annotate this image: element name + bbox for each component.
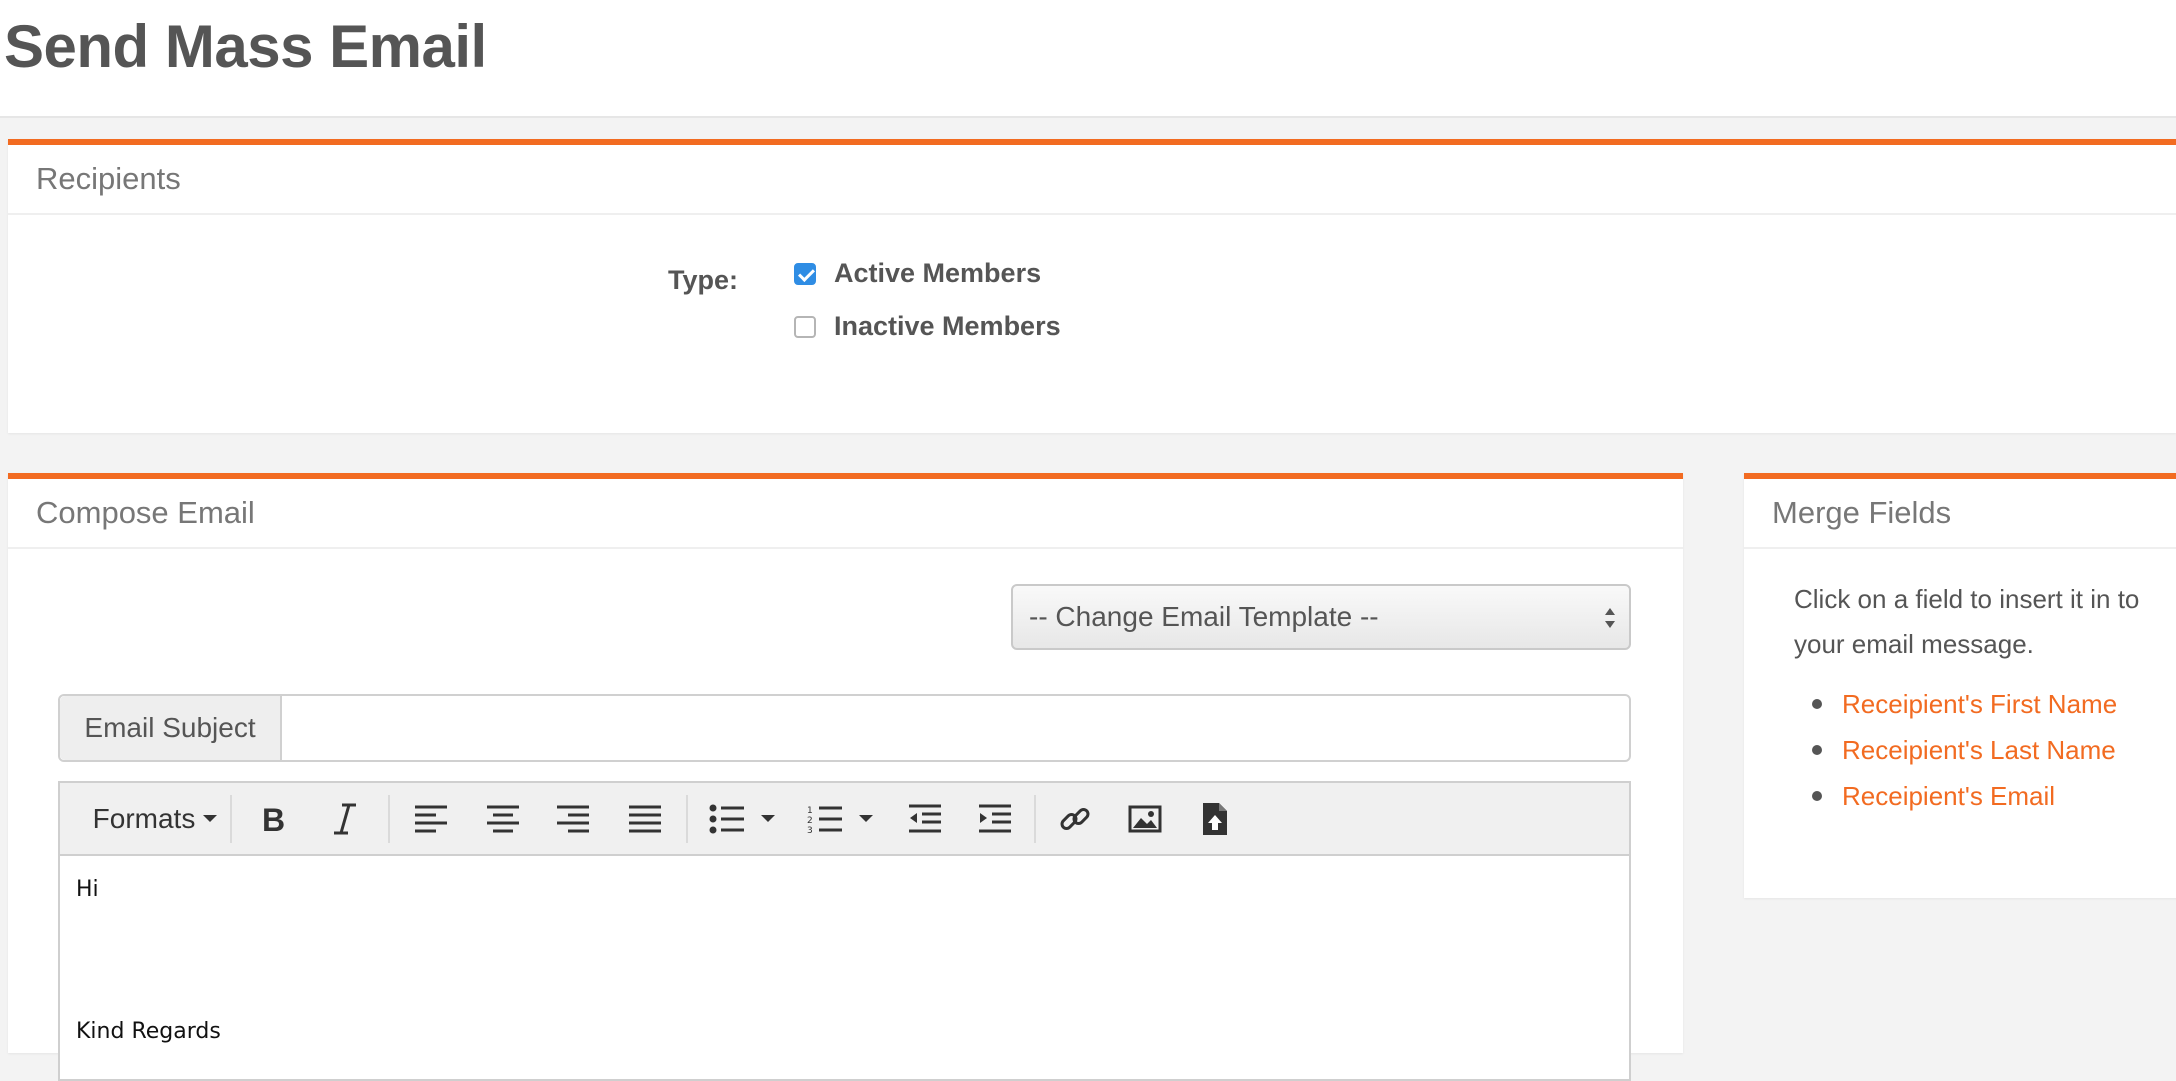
svg-text:1: 1 (807, 806, 813, 816)
editor-toolbar: Formats B 1 2 3 (60, 783, 1629, 856)
active-members-checkbox[interactable] (794, 262, 816, 285)
merge-instructions: Click on a field to insert it in to your… (1794, 584, 2140, 659)
align-justify-button[interactable] (614, 783, 676, 854)
indent-button[interactable] (964, 783, 1026, 854)
italic-button[interactable] (314, 783, 376, 854)
email-subject-input[interactable] (282, 696, 1629, 760)
link-button[interactable] (1044, 783, 1106, 854)
chevron-down-icon (859, 815, 873, 822)
merge-fields-panel: Merge Fields Click on a field to insert … (1744, 473, 2176, 898)
merge-heading: Merge Fields (1744, 479, 2176, 549)
merge-field-first-name[interactable]: Receipient's First Name (1812, 681, 2176, 727)
recipients-heading: Recipients (8, 145, 2176, 215)
indent-icon (979, 804, 1011, 832)
formats-label: Formats (92, 802, 196, 834)
toolbar-divider (230, 795, 232, 843)
inactive-members-label: Inactive Members (834, 311, 1061, 341)
italic-icon (334, 803, 356, 834)
numbered-list-icon: 1 2 3 (807, 806, 842, 834)
email-template-select[interactable]: -- Change Email Template -- (1011, 584, 1631, 650)
toolbar-divider (388, 795, 390, 843)
align-right-button[interactable] (542, 783, 604, 854)
chevron-down-icon (203, 815, 218, 822)
image-icon (1128, 805, 1162, 832)
align-center-icon (487, 805, 519, 832)
page-title: Send Mass Email (4, 13, 487, 80)
page-header: Send Mass Email (0, 0, 2176, 118)
outdent-button[interactable] (894, 783, 956, 854)
bold-button[interactable]: B (242, 783, 304, 854)
align-justify-icon (629, 805, 661, 832)
bold-icon: B (262, 802, 285, 836)
merge-field-email[interactable]: Receipient's Email (1812, 773, 2176, 819)
inactive-members-option[interactable]: Inactive Members (794, 311, 1061, 342)
svg-text:2: 2 (807, 816, 813, 826)
outdent-icon (909, 804, 941, 832)
merge-field-last-name[interactable]: Receipient's Last Name (1812, 727, 2176, 773)
align-left-icon (415, 805, 447, 832)
type-label: Type: (668, 265, 739, 295)
toolbar-divider (1034, 795, 1036, 843)
file-upload-button[interactable] (1184, 783, 1246, 854)
email-subject-group: Email Subject (58, 694, 1631, 762)
template-select-value: -- Change Email Template -- (1029, 601, 1379, 632)
recipients-panel: Recipients Type: Active Members Inactive… (8, 139, 2176, 433)
align-right-icon (557, 805, 589, 832)
bullet-list-icon (709, 804, 744, 833)
rich-text-editor: Formats B 1 2 3 Hi Kind Regards (58, 781, 1631, 1081)
chevron-down-icon (761, 815, 775, 822)
merge-field-list: Receipient's First Name Receipient's Las… (1794, 681, 2176, 819)
numbered-list-button[interactable]: 1 2 3 (794, 783, 886, 854)
select-arrows-icon (1605, 608, 1615, 628)
inactive-members-checkbox[interactable] (794, 315, 816, 338)
svg-text:B: B (262, 802, 285, 836)
file-upload-icon (1203, 802, 1227, 835)
active-members-option[interactable]: Active Members (794, 258, 1041, 289)
link-icon (1060, 807, 1090, 830)
align-center-button[interactable] (472, 783, 534, 854)
email-subject-label: Email Subject (60, 696, 282, 760)
align-left-button[interactable] (400, 783, 462, 854)
svg-text:3: 3 (807, 826, 813, 834)
formats-dropdown[interactable]: Formats (80, 783, 230, 854)
editor-line: Kind Regards (76, 1019, 221, 1044)
compose-email-panel: Compose Email -- Change Email Template -… (8, 473, 1683, 1081)
editor-content[interactable]: Hi Kind Regards (60, 856, 1629, 1066)
toolbar-divider (686, 795, 688, 843)
editor-line: Hi (76, 877, 99, 902)
compose-heading: Compose Email (8, 479, 1683, 549)
bullet-list-button[interactable] (696, 783, 788, 854)
image-button[interactable] (1114, 783, 1176, 854)
active-members-label: Active Members (834, 258, 1042, 288)
